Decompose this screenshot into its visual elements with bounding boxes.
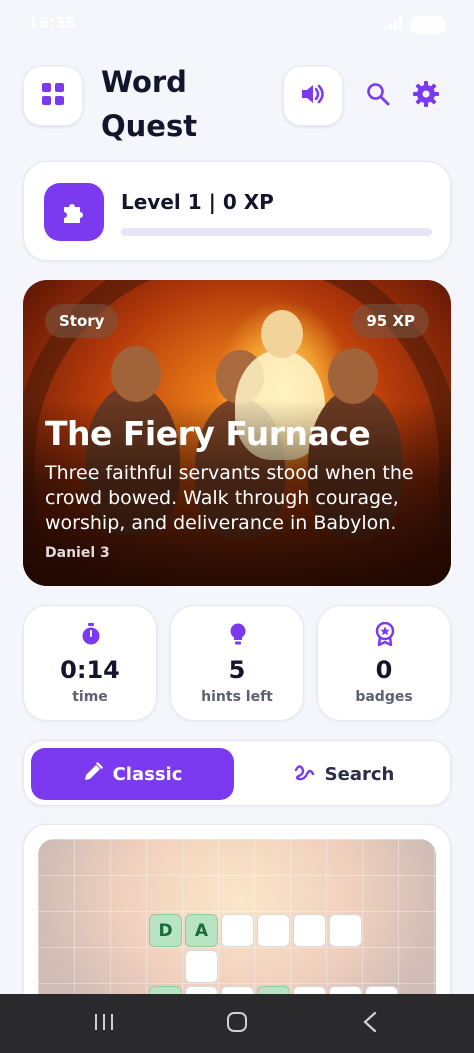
figure-right-head (328, 348, 378, 404)
stat-badges: 0 badges (317, 605, 451, 721)
classic-mode-label: Classic (112, 763, 183, 785)
xp-progress-bar (121, 228, 432, 236)
stat-time: 0:14 time (23, 605, 157, 721)
menu-button[interactable] (23, 66, 83, 126)
pencil-icon (83, 761, 103, 787)
squiggle-icon (293, 762, 315, 787)
stat-time-label: time (72, 689, 108, 705)
puzzle-icon (44, 183, 104, 241)
puzzle-cell[interactable]: A (185, 914, 218, 947)
mode-selector: Classic Search (23, 740, 451, 806)
puzzle-cell[interactable] (257, 914, 290, 947)
signal-icon (384, 16, 402, 34)
sound-button[interactable] (283, 66, 343, 126)
stat-time-value: 0:14 (60, 656, 120, 684)
classic-mode-button[interactable]: Classic (31, 748, 234, 800)
volume-icon (300, 82, 326, 110)
search-mode-button[interactable]: Search (242, 748, 445, 800)
stat-hints-label: hints left (201, 689, 273, 705)
story-title: The Fiery Furnace (45, 414, 371, 453)
stopwatch-icon (79, 622, 103, 646)
battery-icon (410, 16, 446, 34)
puzzle-cell[interactable] (221, 914, 254, 947)
recent-apps-button[interactable] (90, 1010, 118, 1038)
stat-badges-label: badges (355, 689, 413, 705)
level-card: Level 1 | 0 XP (23, 161, 451, 261)
back-button[interactable] (356, 1010, 384, 1038)
story-reference: Daniel 3 (45, 545, 110, 561)
settings-button[interactable] (412, 81, 440, 111)
home-button[interactable] (223, 1010, 251, 1038)
puzzle-cell[interactable] (293, 914, 326, 947)
story-xp-badge: 95 XP (352, 304, 429, 338)
back-icon (362, 1011, 378, 1037)
system-nav-bar (0, 994, 474, 1053)
app-title: Word Quest (101, 65, 198, 143)
home-icon (226, 1011, 248, 1037)
lightbulb-icon (226, 622, 250, 646)
level-label: Level 1 | 0 XP (121, 190, 274, 214)
story-type-badge: Story (45, 304, 119, 338)
status-bar: 16:35 (0, 0, 474, 50)
puzzle-cell[interactable] (329, 914, 362, 947)
search-button[interactable] (364, 82, 392, 110)
grid-icon (41, 82, 65, 110)
story-description: Three faithful servants stood when the c… (45, 462, 414, 534)
puzzle-cell[interactable] (185, 950, 218, 983)
recent-apps-icon (93, 1012, 115, 1036)
gear-icon (413, 81, 439, 111)
puzzle-cell[interactable]: D (149, 914, 182, 947)
app-header: Word Quest (0, 60, 474, 143)
stat-hints: 5 hints left (170, 605, 304, 721)
figure-angel-head (261, 310, 303, 358)
stat-badges-value: 0 (375, 656, 393, 684)
badge-icon (373, 622, 397, 646)
status-time: 16:35 (28, 14, 76, 32)
search-icon (366, 82, 390, 110)
status-indicators (384, 16, 446, 34)
stat-hints-value: 5 (228, 656, 246, 684)
search-mode-label: Search (324, 763, 395, 785)
story-card[interactable]: Story 95 XP The Fiery Furnace Three fait… (23, 280, 451, 586)
figure-left-head (111, 346, 161, 402)
